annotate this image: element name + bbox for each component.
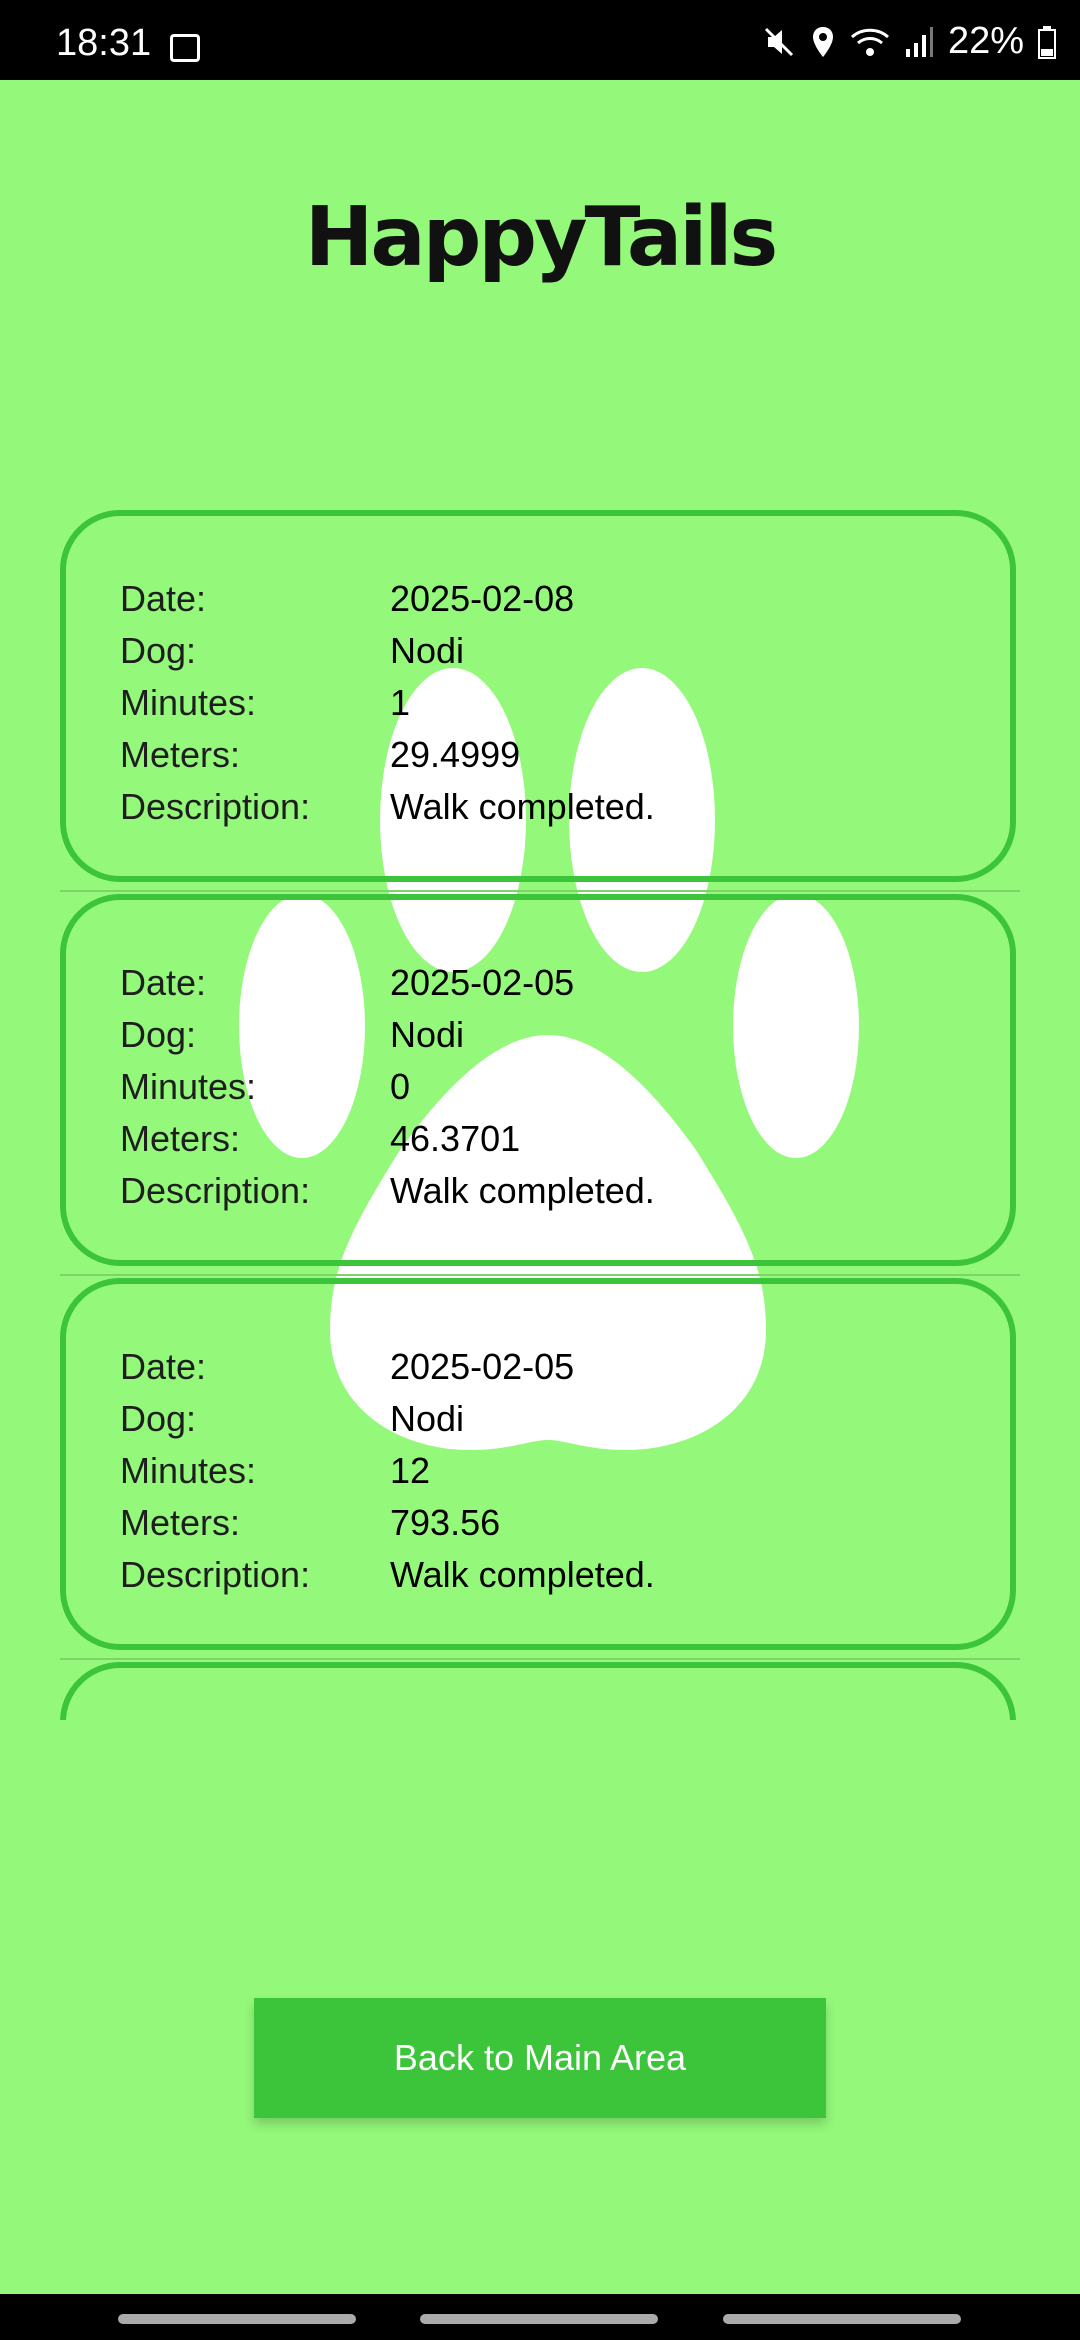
dog-row: Dog: Nodi: [120, 1014, 464, 1056]
list-divider: [60, 1658, 1020, 1660]
dog-label: Dog:: [120, 1398, 197, 1439]
list-divider: [60, 1274, 1020, 1276]
description-value: Walk completed.: [390, 786, 655, 827]
minutes-label: Minutes:: [120, 1066, 257, 1107]
signal-icon: [905, 26, 933, 57]
description-row: Description: Walk completed.: [120, 1554, 655, 1596]
description-value: Walk completed.: [390, 1554, 655, 1595]
app-logo: HappyTails: [304, 190, 779, 285]
meters-value: 46.3701: [390, 1118, 521, 1159]
nav-back-handle[interactable]: [723, 2314, 961, 2324]
description-label: Description:: [120, 786, 311, 827]
date-value: 2025-02-08: [390, 578, 575, 619]
minutes-label: Minutes:: [120, 682, 257, 723]
dog-value: Nodi: [390, 630, 465, 671]
date-value: 2025-02-05: [390, 962, 575, 1003]
minutes-value: 1: [390, 682, 411, 723]
minutes-label: Minutes:: [120, 1450, 257, 1491]
description-row: Description: Walk completed.: [120, 1170, 655, 1212]
description-label: Description:: [120, 1554, 311, 1595]
walk-card[interactable]: Date: 2025-02-05 Dog: Nodi Minutes: 0 Meter…: [60, 894, 1016, 1266]
minutes-row: Minutes: 1: [120, 682, 410, 724]
navigation-bar: [0, 2294, 1080, 2340]
date-label: Date:: [120, 1346, 207, 1387]
walk-list[interactable]: Date: 2025-02-08 Dog: Nodi Minutes: 1 Meter…: [60, 510, 1020, 1720]
status-bar: 18:31 22%: [0, 0, 1080, 80]
dog-value: Nodi: [390, 1014, 465, 1055]
battery-percent: 22%: [947, 20, 1024, 62]
dog-row: Dog: Nodi: [120, 630, 464, 672]
meters-value: 793.56: [390, 1502, 501, 1543]
meters-row: Meters: 793.56: [120, 1502, 500, 1544]
walk-card[interactable]: [60, 1662, 1016, 1720]
meters-label: Meters:: [120, 734, 241, 775]
status-icons: 22%: [762, 20, 1056, 63]
description-label: Description:: [120, 1170, 311, 1211]
minutes-value: 12: [390, 1450, 431, 1491]
meters-row: Meters: 29.4999: [120, 734, 520, 776]
wifi-icon: [850, 28, 889, 56]
meters-label: Meters:: [120, 1118, 241, 1159]
minutes-row: Minutes: 0: [120, 1066, 410, 1108]
meters-value: 29.4999: [390, 734, 521, 775]
date-row: Date: 2025-02-05: [120, 962, 574, 1004]
nav-home-handle[interactable]: [420, 2314, 658, 2324]
meters-label: Meters:: [120, 1502, 241, 1543]
date-row: Date: 2025-02-08: [120, 578, 574, 620]
walk-card[interactable]: Date: 2025-02-08 Dog: Nodi Minutes: 1 Meter…: [60, 510, 1016, 882]
date-label: Date:: [120, 962, 207, 1003]
dog-label: Dog:: [120, 1014, 197, 1055]
minutes-value: 0: [390, 1066, 411, 1107]
description-value: Walk completed.: [390, 1170, 655, 1211]
battery-icon: [1038, 25, 1056, 59]
date-label: Date:: [120, 578, 207, 619]
back-to-main-button[interactable]: Back to Main Area: [254, 1998, 826, 2118]
meters-row: Meters: 46.3701: [120, 1118, 520, 1160]
minutes-row: Minutes: 12: [120, 1450, 430, 1492]
mute-icon: [764, 27, 793, 56]
walk-card[interactable]: Date: 2025-02-05 Dog: Nodi Minutes: 12 Mete…: [60, 1278, 1016, 1650]
image-notification-icon: [170, 34, 200, 62]
nav-recents-handle[interactable]: [118, 2314, 356, 2324]
date-row: Date: 2025-02-05: [120, 1346, 574, 1388]
list-divider: [60, 890, 1020, 892]
dog-value: Nodi: [390, 1398, 465, 1439]
dog-label: Dog:: [120, 630, 197, 671]
description-row: Description: Walk completed.: [120, 786, 655, 828]
date-value: 2025-02-05: [390, 1346, 575, 1387]
location-icon: [812, 26, 833, 57]
status-time: 18:31: [56, 22, 152, 64]
dog-row: Dog: Nodi: [120, 1398, 464, 1440]
